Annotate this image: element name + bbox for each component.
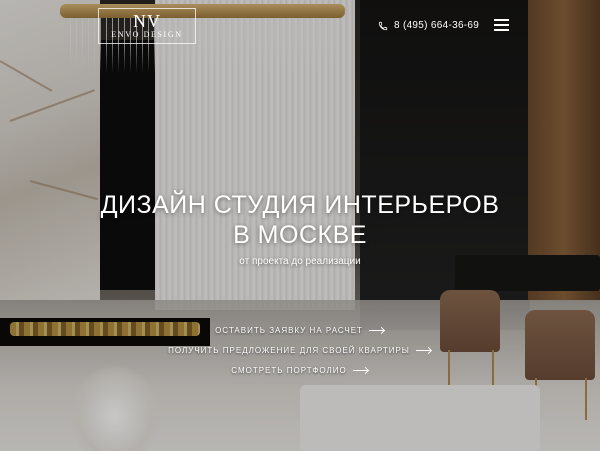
- arrow-right-icon: [368, 327, 385, 333]
- link-label: ПОЛУЧИТЬ ПРЕДЛОЖЕНИЕ ДЛЯ СВОЕЙ КВАРТИРЫ: [168, 345, 410, 355]
- hero-title-line1: ДИЗАЙН СТУДИЯ ИНТЕРЬЕРОВ: [100, 191, 500, 219]
- arrow-right-icon: [352, 367, 369, 373]
- phone-link[interactable]: 8 (495) 664-36-69: [378, 20, 479, 31]
- logo-subtitle: ENVO DESIGN: [111, 29, 183, 39]
- cta-links: ОСТАВИТЬ ЗАЯВКУ НА РАСЧЕТ ПОЛУЧИТЬ ПРЕДЛ…: [0, 320, 600, 380]
- menu-icon[interactable]: [494, 19, 509, 31]
- phone-icon: [378, 21, 388, 30]
- logo[interactable]: NV ENVO DESIGN: [98, 8, 196, 44]
- apartment-offer-link[interactable]: ПОЛУЧИТЬ ПРЕДЛОЖЕНИЕ ДЛЯ СВОЕЙ КВАРТИРЫ: [0, 340, 600, 360]
- arrow-right-icon: [415, 347, 432, 353]
- phone-number: 8 (495) 664-36-69: [394, 20, 480, 31]
- request-estimate-link[interactable]: ОСТАВИТЬ ЗАЯВКУ НА РАСЧЕТ: [0, 320, 600, 340]
- logo-mark: NV: [133, 10, 161, 31]
- hero-title: ДИЗАЙН СТУДИЯ ИНТЕРЬЕРОВ В МОСКВЕ: [0, 190, 600, 250]
- hero-title-line2: В МОСКВЕ: [233, 221, 367, 249]
- hero-section: ДИЗАЙН СТУДИЯ ИНТЕРЬЕРОВ В МОСКВЕ от про…: [0, 190, 600, 267]
- hero-subtitle: от проекта до реализации: [239, 256, 361, 267]
- link-label: СМОТРЕТЬ ПОРТФОЛИО: [231, 365, 347, 375]
- portfolio-link[interactable]: СМОТРЕТЬ ПОРТФОЛИО: [0, 360, 600, 380]
- link-label: ОСТАВИТЬ ЗАЯВКУ НА РАСЧЕТ: [215, 325, 363, 335]
